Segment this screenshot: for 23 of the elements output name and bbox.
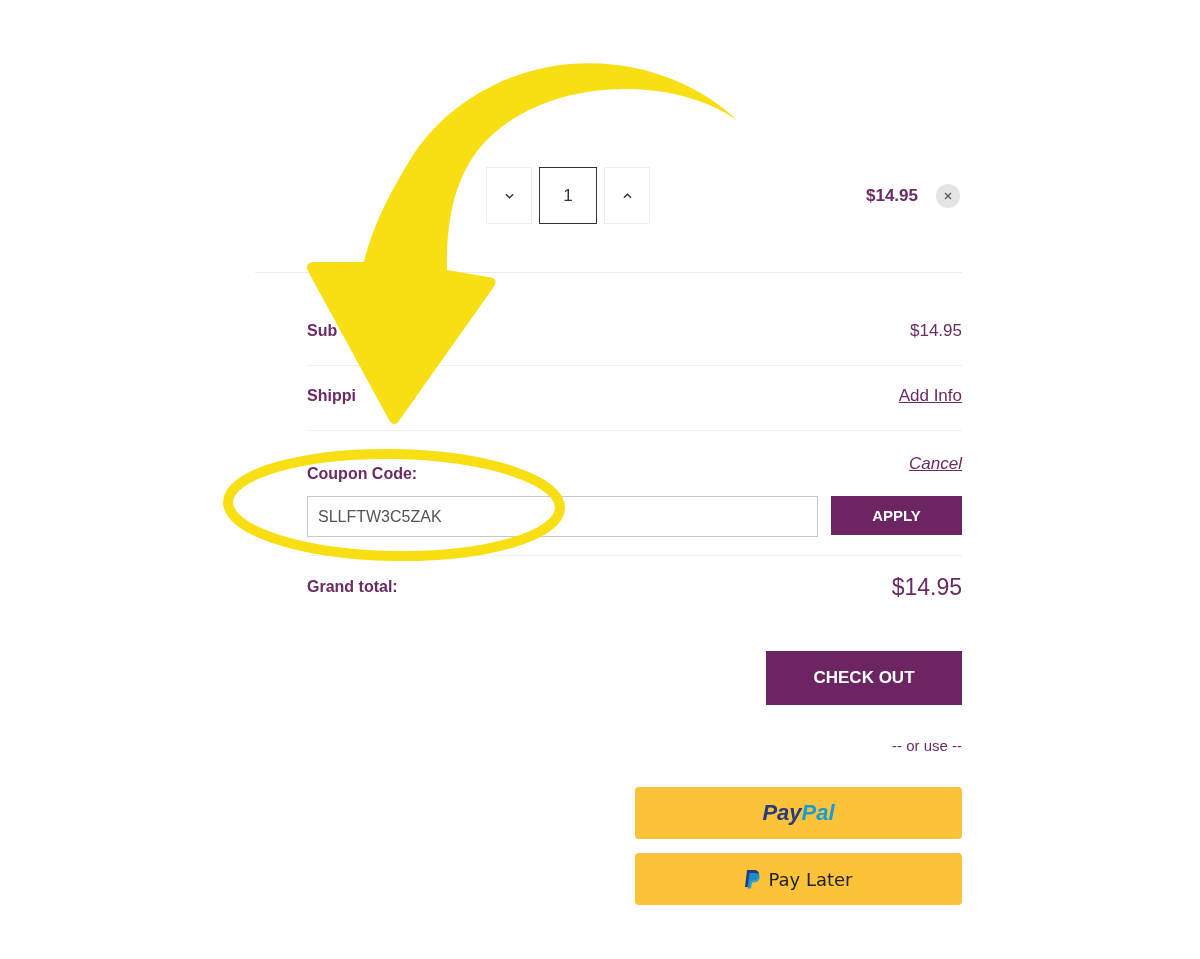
summary-label: Shippi <box>307 387 356 405</box>
summary-amount: $14.95 <box>910 321 962 341</box>
paypal-button[interactable]: PayPal <box>635 787 962 839</box>
increase-button[interactable] <box>604 167 650 224</box>
decrease-button[interactable] <box>486 167 532 224</box>
checkout-button[interactable]: CHECK OUT <box>766 651 962 705</box>
apply-button[interactable]: APPLY <box>831 496 962 535</box>
quantity-field[interactable]: 1 <box>539 167 597 224</box>
chevron-up-icon <box>622 192 632 199</box>
coupon-label: Coupon Code: <box>307 465 418 483</box>
add-info-link[interactable]: Add Info <box>898 386 962 406</box>
summary-label: Sub <box>307 322 338 340</box>
grand-total-amount: $14.95 <box>891 573 962 601</box>
pay-later-button[interactable]: Pay Later <box>635 853 962 905</box>
close-icon <box>944 191 952 200</box>
cancel-link[interactable]: Cancel <box>909 454 962 474</box>
or-use-text: -- or use -- <box>892 736 962 756</box>
chevron-down-icon <box>504 192 514 199</box>
grand-total-label: Grand total: <box>307 578 398 596</box>
coupon-code-field[interactable]: SLLFTW3C5ZAK <box>307 496 818 537</box>
remove-item-button[interactable] <box>936 183 960 208</box>
item-price: $14.95 <box>866 185 918 206</box>
p-logo-icon <box>744 869 761 889</box>
